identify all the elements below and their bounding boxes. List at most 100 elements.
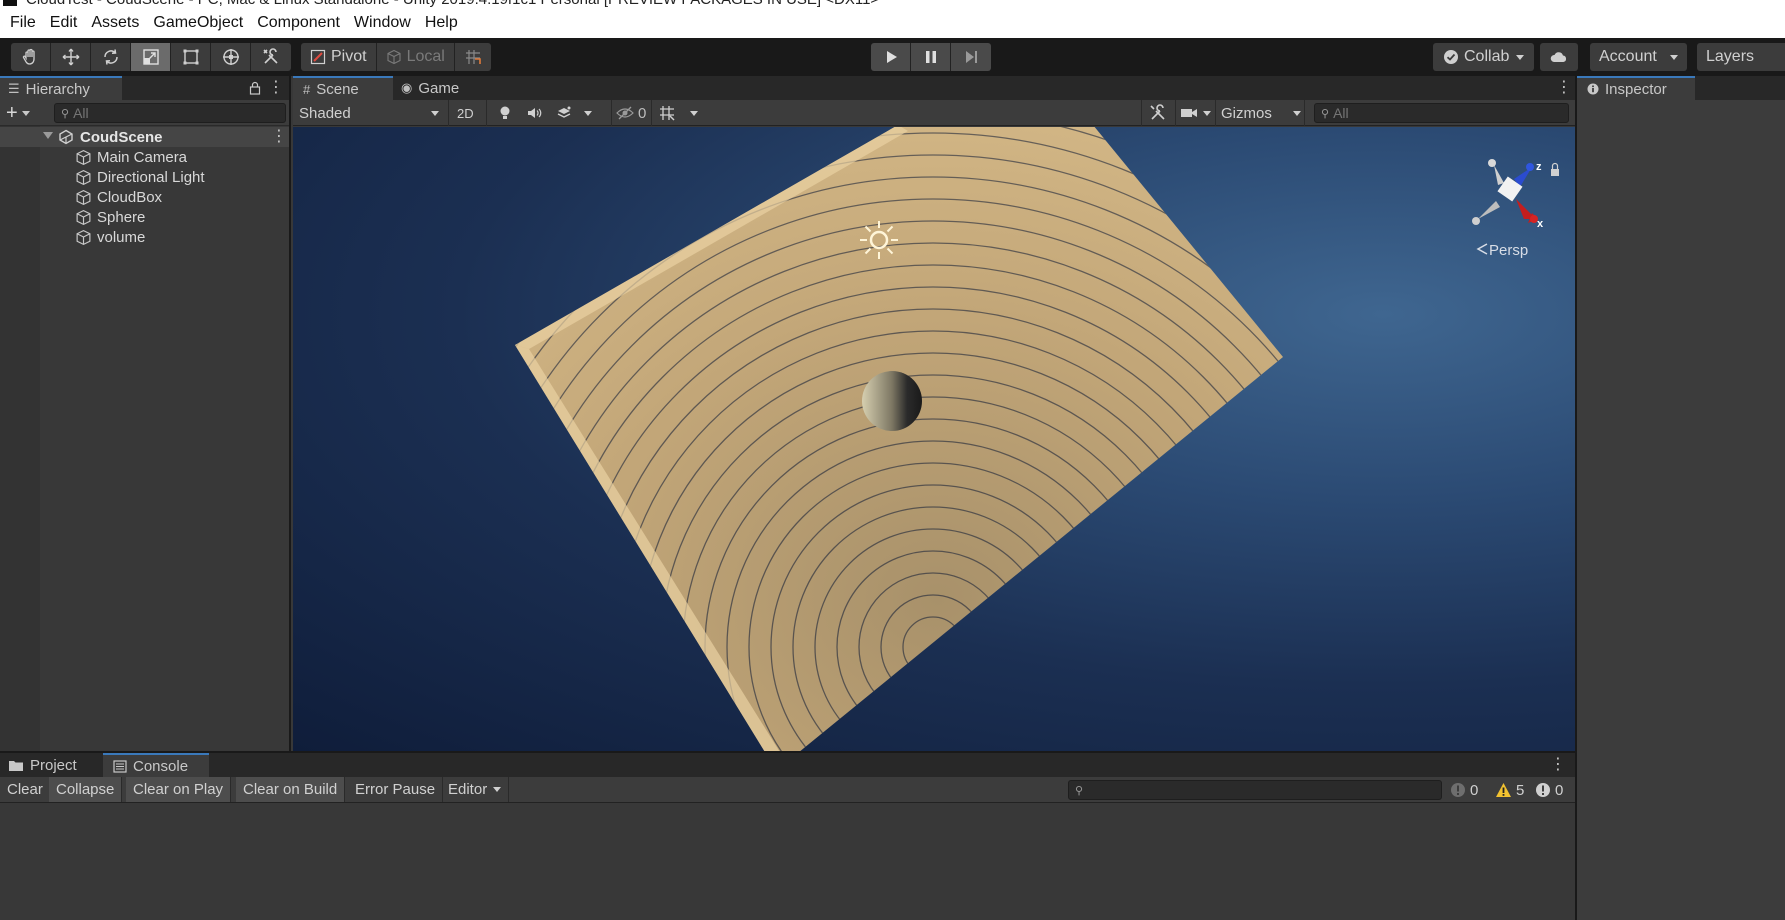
menu-help[interactable]: Help <box>418 8 465 38</box>
scene-search-input[interactable] <box>1333 105 1568 121</box>
hierarchy-item[interactable]: CloudBox <box>0 187 289 207</box>
layers-dropdown[interactable]: Layers <box>1697 43 1785 71</box>
gizmos-dropdown[interactable]: Gizmos <box>1221 102 1301 124</box>
hidden-count: 0 <box>638 104 647 122</box>
cloud-button[interactable] <box>1540 43 1578 71</box>
collab-dropdown[interactable]: Collab <box>1433 43 1535 71</box>
editor-label: Editor <box>448 781 488 798</box>
tab-console[interactable]: Console <box>103 753 209 777</box>
effects-toggle[interactable] <box>556 102 592 124</box>
console-search-field[interactable]: ⚲ <box>1068 780 1442 800</box>
tab-game[interactable]: ◉ Game <box>393 76 473 100</box>
fold-triangle-icon[interactable] <box>43 132 53 139</box>
chevron-down-icon <box>431 110 439 116</box>
move-tool-button[interactable] <box>51 43 91 71</box>
persp-label[interactable]: Persp <box>1489 242 1528 259</box>
clear-on-build-button[interactable]: Clear on Build <box>236 777 346 802</box>
play-icon <box>886 51 897 63</box>
hand-tool-button[interactable] <box>11 43 51 71</box>
warning-count: 5 <box>1516 781 1525 799</box>
search-icon: ⚲ <box>1321 107 1330 120</box>
chevron-down-icon[interactable] <box>690 110 698 116</box>
console-menu-icon[interactable]: ⋮ <box>1550 755 1566 775</box>
hierarchy-search-input[interactable] <box>73 105 285 121</box>
scale-tool-button[interactable] <box>131 43 171 71</box>
menu-window[interactable]: Window <box>347 8 418 38</box>
mode-2d-toggle[interactable]: 2D <box>457 102 474 124</box>
tab-hierarchy[interactable]: ☰ Hierarchy <box>0 76 122 100</box>
scene-tabstrip: # Scene ◉ Game ⋮ <box>293 76 1575 100</box>
hierarchy-menu-icon[interactable]: ⋮ <box>268 78 284 98</box>
scale-icon <box>142 49 159 65</box>
clear-on-play-button[interactable]: Clear on Play <box>126 777 232 802</box>
grid-toggle[interactable] <box>658 102 698 124</box>
scene-search-field[interactable]: ⚲ <box>1314 103 1569 123</box>
local-button[interactable]: Local <box>376 43 455 71</box>
chevron-down-icon <box>1670 54 1678 60</box>
scene-row[interactable]: CoudScene ⋮ <box>0 127 289 147</box>
chevron-down-icon[interactable] <box>584 110 592 116</box>
info-bubble-icon <box>1451 783 1465 797</box>
menu-assets[interactable]: Assets <box>84 8 146 38</box>
scene-menu-icon[interactable]: ⋮ <box>1556 78 1572 98</box>
hierarchy-search-field[interactable]: ⚲ <box>54 103 286 123</box>
clear-button[interactable]: Clear <box>0 777 51 802</box>
editor-dropdown[interactable]: Editor <box>441 777 510 802</box>
account-dropdown[interactable]: Account <box>1590 43 1687 71</box>
hierarchy-item[interactable]: Main Camera <box>0 147 289 167</box>
rect-tool-button[interactable] <box>171 43 211 71</box>
eye-hidden-icon <box>616 106 634 120</box>
camera-settings-dropdown[interactable] <box>1180 102 1211 124</box>
scene-canvas[interactable]: z x Persp <box>293 127 1575 751</box>
toolbar-divider <box>611 100 612 126</box>
layers-label: Layers <box>1706 48 1755 65</box>
tools-icon <box>1150 104 1165 120</box>
pivot-button[interactable]: Pivot <box>301 43 377 71</box>
error-count-toggle[interactable]: 0 <box>1535 780 1563 800</box>
hierarchy-item[interactable]: Sphere <box>0 207 289 227</box>
step-button[interactable] <box>951 43 991 71</box>
create-button[interactable]: + <box>6 102 30 124</box>
cloudbox-plane-pattern <box>515 127 1283 751</box>
audio-toggle[interactable] <box>526 102 542 124</box>
hierarchy-item[interactable]: volume <box>0 227 289 247</box>
transform-tool-button[interactable] <box>211 43 251 71</box>
scene-name: CoudScene <box>80 128 163 146</box>
play-button[interactable] <box>871 43 911 71</box>
lighting-toggle[interactable] <box>498 102 512 124</box>
hand-icon <box>22 48 35 65</box>
search-icon: ⚲ <box>1075 784 1084 797</box>
warning-count-toggle[interactable]: 5 <box>1495 780 1524 800</box>
hidden-objects-toggle[interactable]: 0 <box>616 102 646 124</box>
warning-icon <box>1496 783 1511 797</box>
rotate-tool-button[interactable] <box>91 43 131 71</box>
console-log-area[interactable] <box>0 804 1575 920</box>
pause-button[interactable] <box>911 43 951 71</box>
gizmo-z-label: z <box>1536 161 1542 173</box>
menu-edit[interactable]: Edit <box>43 8 85 38</box>
info-count-toggle[interactable]: 0 <box>1450 780 1478 800</box>
tab-project[interactable]: Project <box>0 753 103 777</box>
orientation-gizmo[interactable] <box>1472 159 1559 225</box>
scene-grid-icon: # <box>303 81 311 97</box>
menu-gameobject[interactable]: GameObject <box>146 8 250 38</box>
menu-file[interactable]: File <box>3 8 43 38</box>
cloud-group <box>1540 43 1578 71</box>
account-group: Account <box>1590 43 1687 71</box>
item-label: Directional Light <box>97 168 205 186</box>
scene-menu-icon[interactable]: ⋮ <box>271 127 287 147</box>
shading-mode-dropdown[interactable]: Shaded <box>299 102 439 124</box>
item-label: Main Camera <box>97 148 188 166</box>
tools-toggle[interactable] <box>1149 102 1167 124</box>
grid-snap-button[interactable] <box>454 43 491 71</box>
unity-scene-icon <box>59 129 73 145</box>
lock-icon[interactable] <box>249 81 261 95</box>
tab-scene[interactable]: # Scene <box>293 76 393 100</box>
console-search-input[interactable] <box>1087 782 1441 798</box>
tab-inspector[interactable]: Inspector <box>1577 76 1695 100</box>
menu-component[interactable]: Component <box>250 8 347 38</box>
collapse-button[interactable]: Collapse <box>49 777 123 802</box>
custom-tool-button[interactable] <box>251 43 291 71</box>
error-pause-button[interactable]: Error Pause <box>348 777 444 802</box>
hierarchy-item[interactable]: Directional Light <box>0 167 289 187</box>
